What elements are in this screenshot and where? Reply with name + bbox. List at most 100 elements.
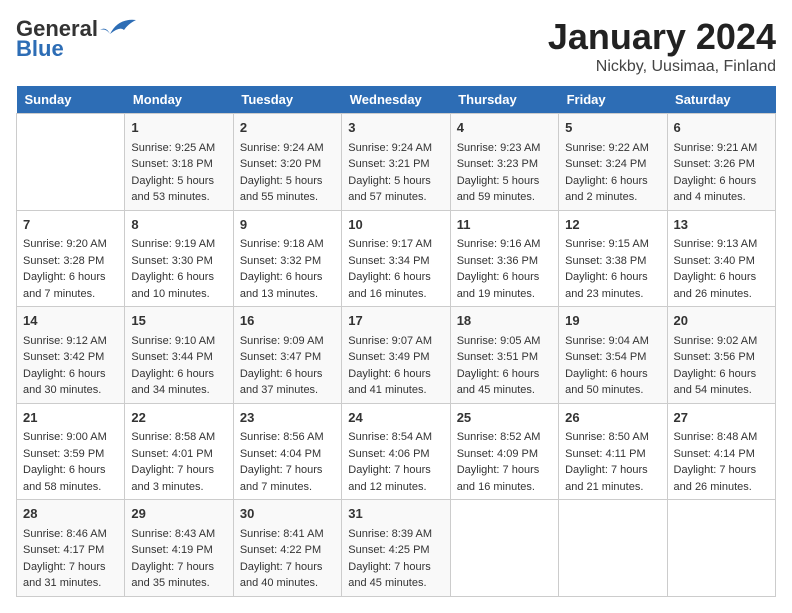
day-info: Sunset: 3:54 PM xyxy=(565,349,660,366)
day-info: Daylight: 5 hours xyxy=(240,173,335,190)
calendar-cell: 17Sunrise: 9:07 AMSunset: 3:49 PMDayligh… xyxy=(342,307,450,404)
day-info: Sunset: 4:25 PM xyxy=(348,542,443,559)
day-info: Daylight: 5 hours xyxy=(348,173,443,190)
calendar-cell: 28Sunrise: 8:46 AMSunset: 4:17 PMDayligh… xyxy=(17,500,125,597)
day-info: and 2 minutes. xyxy=(565,189,660,206)
day-info: Sunrise: 9:20 AM xyxy=(23,236,118,253)
calendar-cell: 29Sunrise: 8:43 AMSunset: 4:19 PMDayligh… xyxy=(125,500,233,597)
day-info: and 55 minutes. xyxy=(240,189,335,206)
day-info: Sunset: 3:59 PM xyxy=(23,446,118,463)
calendar-cell: 13Sunrise: 9:13 AMSunset: 3:40 PMDayligh… xyxy=(667,210,775,307)
day-info: and 10 minutes. xyxy=(131,286,226,303)
day-info: Sunset: 4:14 PM xyxy=(674,446,769,463)
day-info: Sunset: 3:28 PM xyxy=(23,253,118,270)
day-info: and 16 minutes. xyxy=(457,479,552,496)
day-info: and 30 minutes. xyxy=(23,382,118,399)
day-info: Sunrise: 8:56 AM xyxy=(240,429,335,446)
day-info: Sunrise: 9:19 AM xyxy=(131,236,226,253)
day-info: and 7 minutes. xyxy=(240,479,335,496)
day-info: Daylight: 6 hours xyxy=(23,462,118,479)
calendar-cell: 26Sunrise: 8:50 AMSunset: 4:11 PMDayligh… xyxy=(559,403,667,500)
day-info: Sunset: 3:49 PM xyxy=(348,349,443,366)
day-info: and 41 minutes. xyxy=(348,382,443,399)
day-info: Sunrise: 9:12 AM xyxy=(23,333,118,350)
day-info: Sunset: 3:56 PM xyxy=(674,349,769,366)
day-info: Sunset: 4:19 PM xyxy=(131,542,226,559)
day-info: and 16 minutes. xyxy=(348,286,443,303)
calendar-week-5: 28Sunrise: 8:46 AMSunset: 4:17 PMDayligh… xyxy=(17,500,776,597)
day-number: 15 xyxy=(131,311,226,331)
day-info: Sunrise: 9:10 AM xyxy=(131,333,226,350)
day-info: Sunset: 3:32 PM xyxy=(240,253,335,270)
day-info: Sunrise: 9:00 AM xyxy=(23,429,118,446)
day-info: Daylight: 6 hours xyxy=(131,269,226,286)
day-number: 9 xyxy=(240,215,335,235)
day-number: 24 xyxy=(348,408,443,428)
day-info: and 21 minutes. xyxy=(565,479,660,496)
col-header-saturday: Saturday xyxy=(667,86,775,114)
day-number: 30 xyxy=(240,504,335,524)
col-header-monday: Monday xyxy=(125,86,233,114)
day-info: Daylight: 6 hours xyxy=(457,269,552,286)
calendar-cell: 27Sunrise: 8:48 AMSunset: 4:14 PMDayligh… xyxy=(667,403,775,500)
day-info: Sunset: 4:04 PM xyxy=(240,446,335,463)
day-number: 8 xyxy=(131,215,226,235)
day-number: 10 xyxy=(348,215,443,235)
calendar-week-3: 14Sunrise: 9:12 AMSunset: 3:42 PMDayligh… xyxy=(17,307,776,404)
day-number: 17 xyxy=(348,311,443,331)
day-number: 20 xyxy=(674,311,769,331)
day-number: 6 xyxy=(674,118,769,138)
day-info: Daylight: 6 hours xyxy=(674,269,769,286)
day-info: and 12 minutes. xyxy=(348,479,443,496)
day-number: 28 xyxy=(23,504,118,524)
day-number: 12 xyxy=(565,215,660,235)
day-info: Sunrise: 9:18 AM xyxy=(240,236,335,253)
day-info: Sunset: 4:22 PM xyxy=(240,542,335,559)
calendar-cell: 25Sunrise: 8:52 AMSunset: 4:09 PMDayligh… xyxy=(450,403,558,500)
day-info: Daylight: 6 hours xyxy=(565,366,660,383)
day-info: and 58 minutes. xyxy=(23,479,118,496)
day-number: 29 xyxy=(131,504,226,524)
day-info: Daylight: 5 hours xyxy=(131,173,226,190)
calendar-cell: 31Sunrise: 8:39 AMSunset: 4:25 PMDayligh… xyxy=(342,500,450,597)
day-info: Daylight: 6 hours xyxy=(240,269,335,286)
day-info: Sunset: 3:23 PM xyxy=(457,156,552,173)
day-info: and 40 minutes. xyxy=(240,575,335,592)
day-info: Sunrise: 9:05 AM xyxy=(457,333,552,350)
day-info: Sunrise: 9:04 AM xyxy=(565,333,660,350)
calendar-cell: 24Sunrise: 8:54 AMSunset: 4:06 PMDayligh… xyxy=(342,403,450,500)
day-number: 26 xyxy=(565,408,660,428)
calendar-cell: 18Sunrise: 9:05 AMSunset: 3:51 PMDayligh… xyxy=(450,307,558,404)
calendar-week-4: 21Sunrise: 9:00 AMSunset: 3:59 PMDayligh… xyxy=(17,403,776,500)
day-info: and 37 minutes. xyxy=(240,382,335,399)
day-info: Sunset: 3:38 PM xyxy=(565,253,660,270)
day-info: and 45 minutes. xyxy=(457,382,552,399)
title-block: January 2024 Nickby, Uusimaa, Finland xyxy=(548,16,776,76)
calendar-table: SundayMondayTuesdayWednesdayThursdayFrid… xyxy=(16,86,776,597)
day-info: Sunrise: 8:46 AM xyxy=(23,526,118,543)
calendar-cell: 6Sunrise: 9:21 AMSunset: 3:26 PMDaylight… xyxy=(667,114,775,211)
day-info: and 50 minutes. xyxy=(565,382,660,399)
day-info: Daylight: 6 hours xyxy=(565,173,660,190)
day-info: and 7 minutes. xyxy=(23,286,118,303)
day-info: Sunset: 3:40 PM xyxy=(674,253,769,270)
calendar-cell: 11Sunrise: 9:16 AMSunset: 3:36 PMDayligh… xyxy=(450,210,558,307)
day-info: Sunrise: 8:54 AM xyxy=(348,429,443,446)
day-info: and 4 minutes. xyxy=(674,189,769,206)
day-info: Sunrise: 9:22 AM xyxy=(565,140,660,157)
calendar-cell: 16Sunrise: 9:09 AMSunset: 3:47 PMDayligh… xyxy=(233,307,341,404)
calendar-cell: 5Sunrise: 9:22 AMSunset: 3:24 PMDaylight… xyxy=(559,114,667,211)
day-info: Sunset: 3:18 PM xyxy=(131,156,226,173)
calendar-header-row: SundayMondayTuesdayWednesdayThursdayFrid… xyxy=(17,86,776,114)
day-info: Sunrise: 9:02 AM xyxy=(674,333,769,350)
day-info: and 45 minutes. xyxy=(348,575,443,592)
day-info: Daylight: 7 hours xyxy=(674,462,769,479)
day-info: Sunrise: 9:09 AM xyxy=(240,333,335,350)
day-info: Sunrise: 9:13 AM xyxy=(674,236,769,253)
day-info: Daylight: 7 hours xyxy=(348,559,443,576)
day-info: Sunset: 3:44 PM xyxy=(131,349,226,366)
day-info: Sunrise: 9:15 AM xyxy=(565,236,660,253)
col-header-tuesday: Tuesday xyxy=(233,86,341,114)
col-header-friday: Friday xyxy=(559,86,667,114)
day-number: 1 xyxy=(131,118,226,138)
